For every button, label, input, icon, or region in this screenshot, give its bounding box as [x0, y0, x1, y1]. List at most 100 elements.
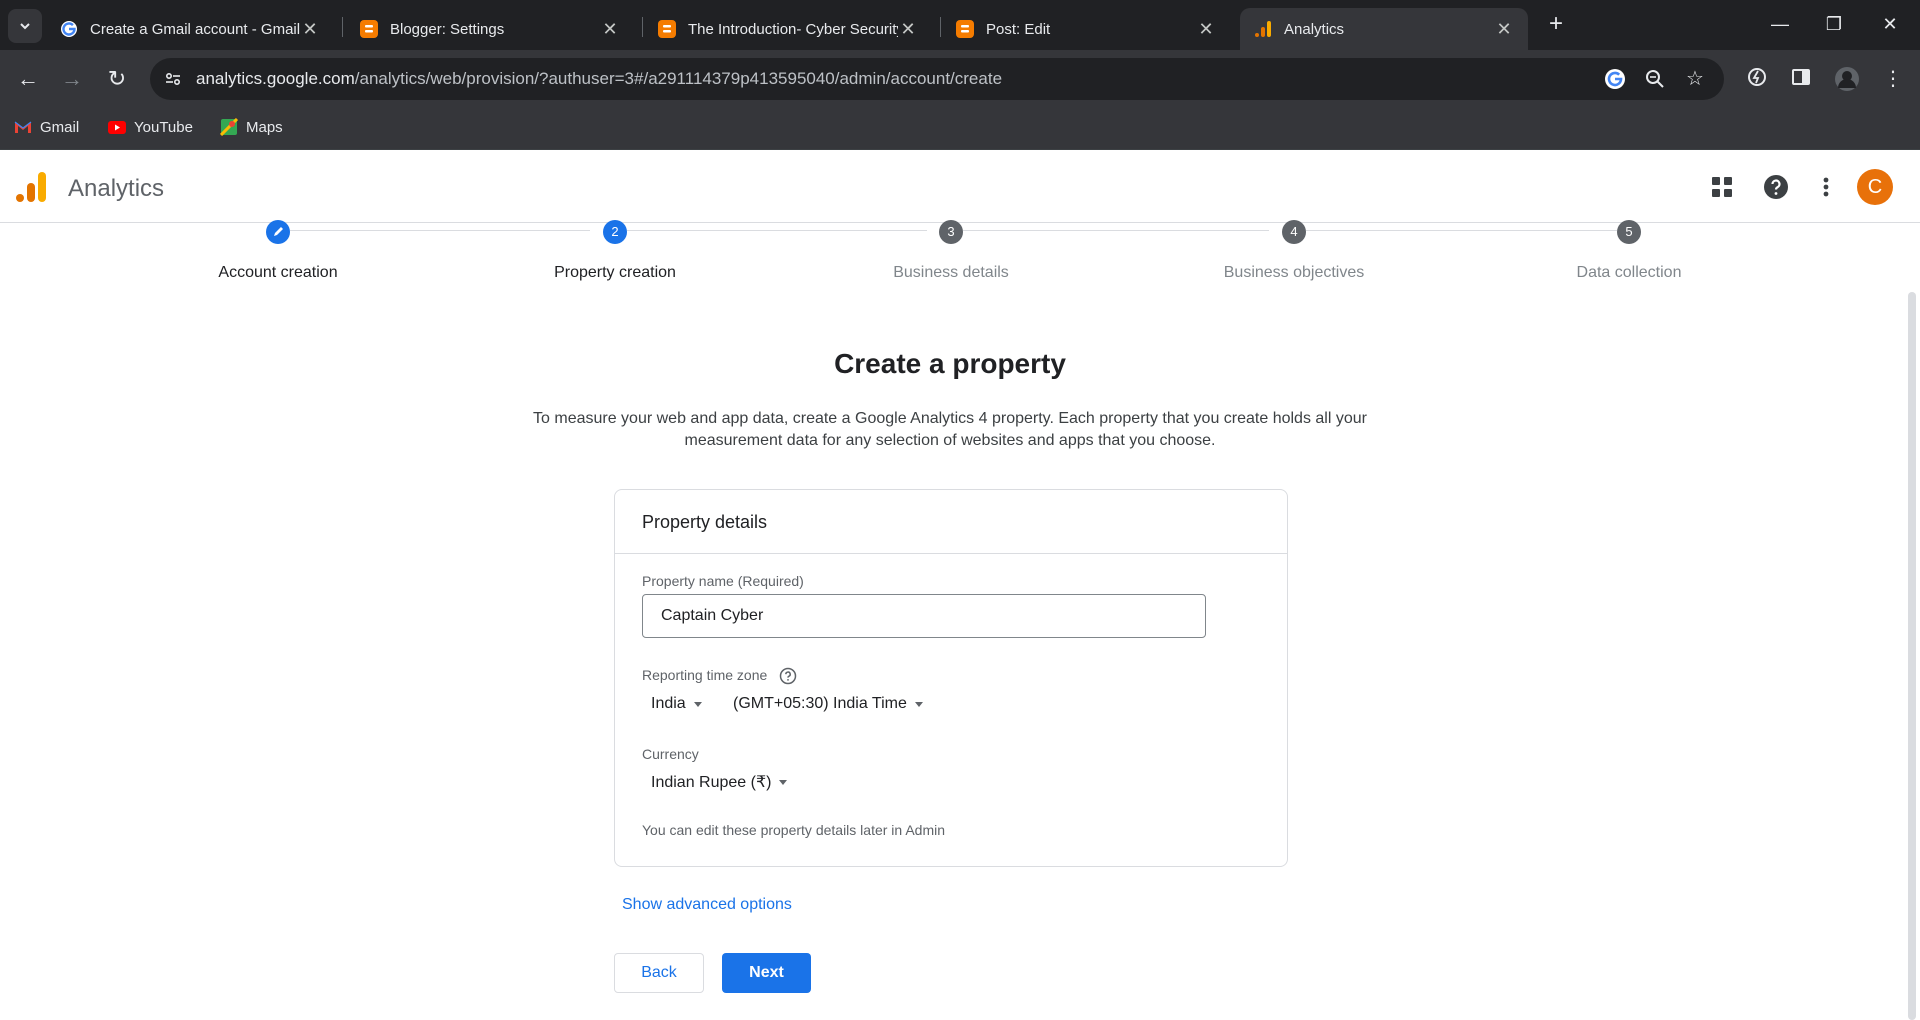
forward-arrow-icon[interactable]: →: [56, 63, 88, 95]
edit-later-hint: You can edit these property details late…: [642, 822, 946, 838]
bookmark-label: Gmail: [40, 118, 80, 136]
close-icon[interactable]: ✕: [1196, 19, 1216, 40]
next-button[interactable]: Next: [722, 953, 811, 993]
url-host: analytics.google.com: [196, 69, 355, 88]
tab-title: Analytics: [1284, 20, 1345, 38]
analytics-icon: [1254, 20, 1272, 38]
window-close-icon[interactable]: ✕: [1870, 10, 1910, 38]
bookmark-youtube[interactable]: YouTube: [108, 118, 193, 136]
step-4-number: 4: [1282, 220, 1306, 244]
analytics-header: Analytics: [0, 151, 1920, 223]
description-line: measurement data for any selection of we…: [684, 432, 1216, 449]
tab-divider: [642, 17, 643, 37]
apps-grid-icon[interactable]: [1708, 173, 1736, 201]
side-panel-icon[interactable]: [1788, 66, 1814, 92]
browser-tabstrip: Create a Gmail account - Gmail ✕ Blogger…: [0, 0, 1920, 50]
browser-tab-analytics[interactable]: Analytics ✕: [1240, 8, 1528, 50]
scrollbar-thumb[interactable]: [1908, 292, 1916, 1020]
chevron-down-icon: [20, 23, 30, 30]
bookmark-label: YouTube: [134, 118, 193, 136]
new-tab-icon[interactable]: +: [1542, 10, 1570, 38]
more-vert-icon[interactable]: [1812, 173, 1840, 201]
tab-title: Blogger: Settings: [390, 20, 505, 38]
step-label-account-creation: Account creation: [218, 264, 338, 281]
app-title: Analytics: [68, 175, 165, 202]
dropdown-arrow-icon: [693, 701, 702, 707]
country-dropdown[interactable]: India: [651, 695, 702, 713]
blogger-icon: [360, 20, 378, 38]
step-5-number: 5: [1617, 220, 1641, 244]
step-label-property-creation: Property creation: [554, 264, 676, 281]
tab-title: The Introduction- Cyber Security: [688, 20, 898, 38]
browser-toolbar: ← → ↻ analytics.google.com/analytics/web…: [0, 50, 1920, 108]
site-info-icon[interactable]: [162, 68, 184, 90]
bookmark-star-icon[interactable]: ☆: [1684, 68, 1706, 90]
help-icon[interactable]: [1762, 173, 1790, 201]
property-name-input[interactable]: Captain Cyber: [642, 594, 1206, 638]
step-label-business-details: Business details: [893, 264, 1009, 281]
dropdown-arrow-icon: [779, 779, 788, 785]
tab-divider: [940, 17, 941, 37]
youtube-icon: [108, 118, 126, 136]
card-heading: Property details: [642, 512, 768, 532]
bookmark-label: Maps: [246, 118, 283, 136]
bookmark-maps[interactable]: Maps: [220, 118, 283, 136]
bookmark-gmail[interactable]: Gmail: [14, 118, 79, 136]
close-icon[interactable]: ✕: [898, 19, 918, 40]
close-icon[interactable]: ✕: [300, 19, 320, 40]
show-advanced-options-link[interactable]: Show advanced options: [622, 896, 792, 914]
tab-title: Post: Edit: [986, 20, 1051, 38]
step-connector: [627, 230, 927, 231]
google-icon: [60, 20, 78, 38]
restore-icon[interactable]: ❐: [1814, 10, 1854, 38]
step-3-number: 3: [939, 220, 963, 244]
minimize-icon[interactable]: —: [1760, 10, 1800, 38]
timezone-label: Reporting time zone: [642, 667, 768, 683]
page-title: Create a property: [834, 348, 1066, 379]
step-label-business-objectives: Business objectives: [1223, 264, 1365, 281]
blogger-icon: [658, 20, 676, 38]
profile-avatar-icon[interactable]: [1834, 66, 1860, 92]
close-icon[interactable]: ✕: [1494, 19, 1514, 40]
property-details-card: Property details Property name (Required…: [614, 489, 1288, 867]
page-description: To measure your web and app data, create…: [500, 408, 1400, 452]
dropdown-arrow-icon: [914, 701, 923, 707]
step-2-number: 2: [603, 220, 627, 244]
timezone-value: (GMT+05:30) India Time: [733, 695, 907, 712]
step-connector: [963, 230, 1269, 231]
url-path: /analytics/web/provision/?authuser=3#/a2…: [354, 69, 1003, 88]
tab-search-button[interactable]: [8, 9, 42, 43]
browser-menu-icon[interactable]: ⋮: [1880, 66, 1906, 92]
address-bar[interactable]: analytics.google.com/analytics/web/provi…: [150, 58, 1724, 100]
blogger-icon: [956, 20, 974, 38]
property-name-label: Property name (Required): [642, 573, 804, 589]
help-circle-icon[interactable]: [779, 667, 797, 685]
browser-tab-gmail[interactable]: Create a Gmail account - Gmail ✕: [46, 8, 334, 50]
performance-icon[interactable]: [1744, 66, 1770, 92]
step-1-done-pencil-icon: [266, 220, 290, 244]
currency-value: Indian Rupee (₹): [651, 774, 772, 791]
description-line: To measure your web and app data, create…: [533, 410, 1367, 427]
maps-icon: [220, 118, 238, 136]
reload-icon[interactable]: ↻: [101, 63, 133, 95]
step-connector: [290, 230, 590, 231]
step-connector: [1306, 230, 1617, 231]
tab-divider: [342, 17, 343, 37]
card-header: Property details: [615, 490, 1287, 554]
account-avatar[interactable]: C: [1857, 169, 1893, 205]
back-button[interactable]: Back: [614, 953, 704, 993]
timezone-dropdown[interactable]: (GMT+05:30) India Time: [733, 695, 923, 713]
analytics-logo-icon[interactable]: [16, 171, 48, 203]
currency-dropdown[interactable]: Indian Rupee (₹): [651, 772, 788, 792]
zoom-icon[interactable]: [1644, 68, 1666, 90]
back-arrow-icon[interactable]: ←: [12, 63, 44, 95]
step-label-data-collection: Data collection: [1576, 264, 1682, 281]
browser-tab-introduction[interactable]: The Introduction- Cyber Security ✕: [644, 8, 932, 50]
tab-title: Create a Gmail account - Gmail: [90, 20, 300, 38]
close-icon[interactable]: ✕: [600, 19, 620, 40]
bookmarks-bar: Gmail YouTube Maps: [0, 108, 1920, 150]
google-lens-icon[interactable]: [1604, 68, 1626, 90]
browser-tab-post-edit[interactable]: Post: Edit ✕: [942, 8, 1230, 50]
currency-label: Currency: [642, 746, 699, 762]
browser-tab-blogger-settings[interactable]: Blogger: Settings ✕: [346, 8, 634, 50]
